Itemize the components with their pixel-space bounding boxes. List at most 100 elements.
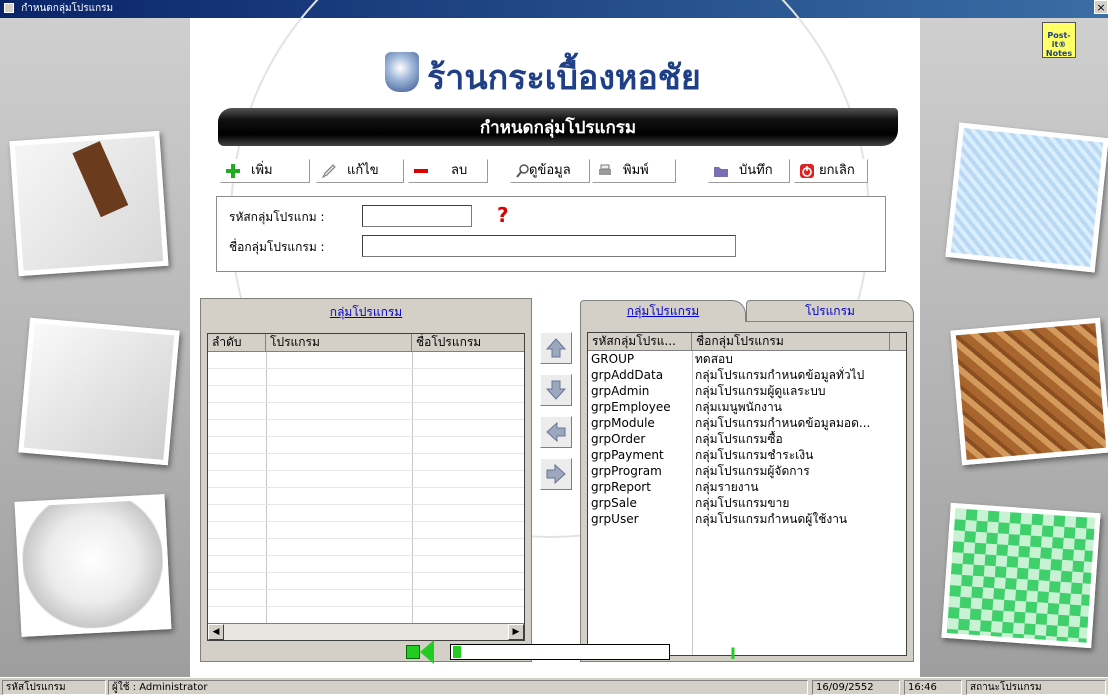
view-button[interactable]: ดูข้อมูล [510, 159, 590, 183]
status-program-code: รหัสโปรแกรม [2, 680, 106, 695]
delete-button[interactable]: ลบ [408, 159, 488, 183]
table-row[interactable]: grpAdmin กลุ่มโปรแกรมผู้ดูแลระบบ [588, 383, 906, 399]
wood-tile-photo [950, 317, 1108, 466]
status-user: ผู้ใช้ : Administrator [108, 680, 808, 695]
table-row[interactable]: grpEmployee กลุ่มเมนูพนักงาน [588, 399, 906, 415]
logo-cup-icon [385, 52, 419, 92]
table-row[interactable] [208, 369, 524, 386]
arrow-down-icon [545, 380, 567, 400]
table-row[interactable]: grpReport กลุ่มรายงาน [588, 479, 906, 495]
close-button[interactable]: × [1094, 0, 1108, 14]
group-code-cell: grpAddData [591, 368, 664, 382]
table-row[interactable] [208, 454, 524, 471]
toilet-photo [18, 317, 180, 466]
table-row[interactable] [208, 437, 524, 454]
group-code-cell: grpModule [591, 416, 655, 430]
save-button[interactable]: บันทึก [708, 159, 790, 183]
status-date: 16/09/2552 [812, 680, 900, 695]
table-row[interactable]: grpOrder กลุ่มโปรแกรมซื้อ [588, 431, 906, 447]
store-logo: ร้านกระเบื้องหอชัย [385, 48, 725, 98]
arrow-right-icon [546, 463, 566, 485]
group-name-cell: กลุ่มโปรแกรมผู้จัดการ [695, 464, 810, 478]
table-row[interactable]: grpAddData กลุ่มโปรแกรมกำหนดข้อมูลทั่วไป [588, 367, 906, 383]
right-decoration [920, 18, 1108, 677]
move-up-button[interactable] [540, 332, 572, 364]
green-tile-photo [941, 502, 1101, 649]
program-group-panel: รหัสกลุ่มโปรแ... ชื่อกลุ่มโปรแกรม GROUP ท… [580, 321, 914, 662]
group-code-cell: grpOrder [591, 432, 646, 446]
title-banner: กำหนดกลุ่มโปรแกรม [218, 108, 898, 146]
table-row[interactable] [208, 420, 524, 437]
arrow-up-icon [545, 338, 567, 358]
arrow-left-icon [546, 421, 566, 443]
column-header-group-name[interactable]: ชื่อกลุ่มโปรแกรม [692, 333, 890, 351]
move-right-button[interactable] [540, 458, 572, 490]
group-name-cell: กลุ่มเมนูพนักงาน [695, 400, 782, 414]
grid-header: ลำดับ โปรแกรม ชื่อโปรแกรม [208, 334, 524, 352]
status-time: 16:46 [904, 680, 962, 695]
left-decoration [0, 18, 190, 677]
power-icon [800, 164, 814, 178]
speaker-icon [406, 645, 420, 659]
column-header-program-name[interactable]: ชื่อโปรแกรม [412, 334, 524, 352]
logo-text: ร้านกระเบื้องหอชัย [427, 58, 701, 98]
table-row[interactable] [208, 471, 524, 488]
speaker-cone-icon [420, 640, 434, 664]
progress-fill [453, 646, 461, 658]
table-row[interactable]: grpPayment กลุ่มโปรแกรมชำระเงิน [588, 447, 906, 463]
program-grid[interactable]: ลำดับ โปรแกรม ชื่อโปรแกรม ◀ ▶ [207, 333, 525, 641]
help-icon[interactable]: ? [497, 203, 509, 227]
table-row[interactable] [208, 590, 524, 607]
group-code-cell: grpAdmin [591, 384, 650, 398]
pencil-icon [321, 164, 336, 179]
printer-icon [599, 164, 611, 175]
column-header-program[interactable]: โปรแกรม [266, 334, 412, 352]
table-row[interactable]: grpModule กลุ่มโปรแกรมกำหนดข้อมูลมอด... [588, 415, 906, 431]
add-button[interactable]: เพิ่ม [220, 159, 310, 183]
table-row[interactable] [208, 403, 524, 420]
program-group-grid[interactable]: รหัสกลุ่มโปรแ... ชื่อกลุ่มโปรแกรม GROUP ท… [587, 332, 907, 656]
table-row[interactable]: grpUser กลุ่มโปรแกรมกำหนดผู้ใช้งาน [588, 511, 906, 527]
move-left-button[interactable] [540, 416, 572, 448]
scroll-right-icon[interactable]: ▶ [508, 624, 524, 640]
tab-programs[interactable]: โปรแกรม [746, 300, 914, 322]
group-name-label: ชื่อกลุ่มโปรแกรม : [229, 240, 325, 254]
folder-icon [714, 167, 728, 177]
move-down-button[interactable] [540, 374, 572, 406]
table-row[interactable] [208, 573, 524, 590]
table-row[interactable]: grpSale กลุ่มโปรแกรมขาย [588, 495, 906, 511]
post-it-notes-icon[interactable]: Post-it® Notes [1042, 22, 1076, 58]
banner-title: กำหนดกลุ่มโปรแกรม [479, 118, 637, 138]
table-row[interactable] [208, 556, 524, 573]
print-button[interactable]: พิมพ์ [592, 159, 676, 183]
plus-icon [226, 164, 240, 178]
group-code-cell: grpReport [591, 480, 651, 494]
table-row[interactable] [208, 522, 524, 539]
group-name-cell: กลุ่มรายงาน [695, 480, 759, 494]
group-name-cell: กลุ่มโปรแกรมกำหนดข้อมูลทั่วไป [695, 368, 865, 382]
table-row[interactable] [208, 607, 524, 624]
column-header-order[interactable]: ลำดับ [208, 334, 266, 352]
horizontal-scrollbar[interactable]: ◀ ▶ [208, 623, 524, 640]
table-row[interactable]: grpProgram กลุ่มโปรแกรมผู้จัดการ [588, 463, 906, 479]
group-code-cell: grpProgram [591, 464, 662, 478]
table-row[interactable] [208, 539, 524, 556]
edit-button[interactable]: แก้ไข [316, 159, 404, 183]
column-header-group-code[interactable]: รหัสกลุ่มโปรแ... [588, 333, 692, 351]
scroll-left-icon[interactable]: ◀ [208, 624, 224, 640]
app-icon [4, 3, 14, 13]
table-row[interactable] [208, 505, 524, 522]
table-row[interactable] [208, 352, 524, 369]
table-row[interactable] [208, 386, 524, 403]
group-code-input[interactable] [362, 205, 472, 227]
group-name-input[interactable] [362, 235, 736, 257]
sink-photo [9, 130, 169, 277]
cancel-button[interactable]: ยกเลิก [794, 159, 868, 183]
table-row[interactable] [208, 488, 524, 505]
table-row[interactable]: GROUP ทดสอบ [588, 351, 906, 367]
tab-program-groups[interactable]: กลุ่มโปรแกรม [580, 300, 746, 322]
group-name-cell: กลุ่มโปรแกรมผู้ดูแลระบบ [695, 384, 826, 398]
group-code-label: รหัสกลุ่มโปรแกม : [229, 210, 325, 224]
toolbar: เพิ่ม แก้ไข ลบ ดูข้อมูล พิมพ์ บันทึก ยกเ… [220, 159, 910, 183]
minus-icon [414, 169, 428, 173]
